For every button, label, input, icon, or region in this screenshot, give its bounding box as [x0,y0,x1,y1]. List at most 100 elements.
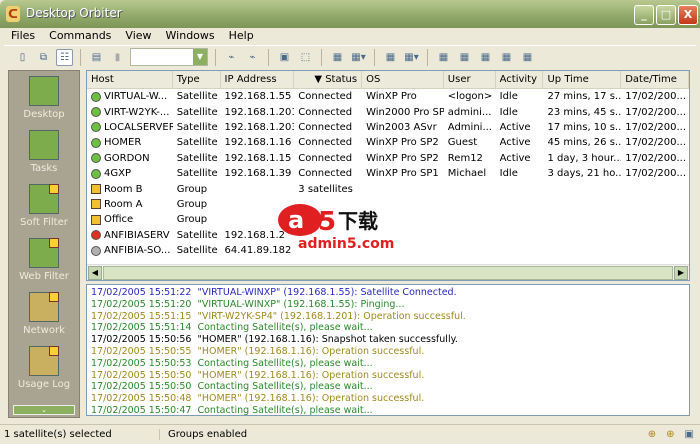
status-green-icon [91,107,101,118]
menu-commands[interactable]: Commands [42,28,118,45]
log-entry: 17/02/2005 15:50:47 Contacting Satellite… [91,404,373,416]
log-entry: 17/02/2005 15:50:50 "HOMER" (192.168.1.1… [91,369,425,381]
window-icon[interactable]: ▤ [88,49,105,66]
scroll-left-button[interactable]: ◀ [88,266,102,280]
table-row[interactable]: Room B Group 3 satellites [87,181,689,196]
maximize-button[interactable]: □ [656,5,676,25]
table-row[interactable]: GORDON Satellite 192.168.1.15 Connected WinX… [87,151,689,166]
sidebar-item-web-filter[interactable]: Web Filter [9,233,79,287]
host-name: HOMER [104,137,142,149]
sidebar-item-usage-log[interactable]: Usage Log [9,341,79,395]
network-icon [29,292,59,322]
screen-lock-icon[interactable]: ▦ [382,49,399,66]
soft-filter-icon [29,184,59,214]
log-entry: 17/02/2005 15:50:50 Contacting Satellite… [91,381,373,393]
type-cell: Satellite [176,168,218,180]
host-cell: 4GXP [87,168,173,179]
uptime-cell: 45 mins, 26 s... [547,137,622,149]
sidebar-item-soft-filter[interactable]: Soft Filter [9,179,79,233]
table-row[interactable]: 4GXP Satellite 192.168.1.39 Connected WinXP … [87,166,689,181]
column-header-3[interactable]: ▼ Status [294,71,363,88]
sidebar-item-desktop[interactable]: Desktop [9,71,79,125]
type-cell: Satellite [176,152,218,164]
screen-clock-icon[interactable]: ▦▾ [403,49,420,66]
table-row[interactable]: VIRTUAL-W... Satellite 192.168.1.55 Connect… [87,89,689,104]
column-header-5[interactable]: User [444,71,496,88]
table-row[interactable]: LOCALSERVER Satellite 192.168.1.203 Connect… [87,120,689,135]
activity-log[interactable]: 17/02/2005 15:51:22 "VIRTUAL-WINXP" (192… [86,284,690,416]
ip-cell: 192.168.1.55 [224,91,292,103]
column-header-0[interactable]: Host [87,71,173,88]
select-screen-icon[interactable]: ⬚ [297,49,314,66]
screen-gear-icon[interactable]: ▦ [435,49,452,66]
sidebar-item-label: Desktop [23,109,65,120]
separator [427,48,428,66]
group-icon [91,214,101,225]
date-cell: 17/02/200... [625,152,687,164]
group-select[interactable]: ▼ [130,48,208,66]
column-header-8[interactable]: Date/Time [621,71,689,88]
menu-windows[interactable]: Windows [159,28,222,45]
sidebar-item-tasks[interactable]: Tasks [9,125,79,179]
column-header-6[interactable]: Activity [496,71,544,88]
network-icon: ▣ [684,429,694,440]
scroll-right-button[interactable]: ▶ [674,266,688,280]
horizontal-scrollbar[interactable]: ◀ ▶ [87,264,689,280]
os-cell: WinXP Pro SP1 [366,168,439,180]
close-button[interactable]: X [678,5,698,25]
menu-bar: Files Commands View Windows Help [0,28,700,45]
menu-help[interactable]: Help [222,28,261,45]
separator [215,48,216,66]
menu-view[interactable]: View [118,28,158,45]
disabled-icon[interactable]: ▮ [109,49,126,66]
host-name: GORDON [104,152,150,164]
table-row[interactable]: ANFIBIASERV Satellite 192.168.1.2 [87,228,689,243]
screen-export-icon[interactable]: ▦ [519,49,536,66]
satellite-off-icon[interactable]: ⌁ [244,49,261,66]
os-cell: WinXP Pro SP2 [366,152,439,164]
column-header-2[interactable]: IP Address [221,71,295,88]
host-cell: ANFIBIASERV [87,230,173,241]
scrollbar-thumb[interactable] [103,266,673,280]
table-row[interactable]: ANFIBIA-SO... Satellite 64.41.89.182 [87,243,689,258]
table-row[interactable]: Room A Group [87,197,689,212]
screen-stop-icon[interactable]: ▦▾ [350,49,367,66]
column-header-1[interactable]: Type [173,71,221,88]
ip-cell: 192.168.1.39 [224,168,292,180]
screen-money-icon[interactable]: ▦ [329,49,346,66]
host-cell: Room B [87,184,173,195]
type-cell: Group [176,183,208,195]
os-cell: Win2003 ASvr [366,121,437,133]
column-header-4[interactable]: OS [362,71,444,88]
host-cell: HOMER [87,137,173,148]
menu-files[interactable]: Files [4,28,42,45]
chevron-down-icon[interactable]: ▼ [193,49,207,65]
screen-cancel-icon[interactable]: ▦ [477,49,494,66]
screen-icon[interactable]: ▣ [276,49,293,66]
table-row[interactable]: HOMER Satellite 192.168.1.16 Connected WinXP… [87,135,689,150]
status-green-icon [91,122,101,133]
details-view-icon[interactable]: ☷ [56,48,73,66]
table-row[interactable]: Office Group [87,212,689,227]
list-header: Host Type IP Address ▼ Status OS User Activity… [87,71,689,89]
screen-refresh-icon[interactable]: ▦ [498,49,515,66]
screen-hourglass-icon[interactable]: ▦ [456,49,473,66]
status-green-icon [91,153,101,164]
copy-document-icon[interactable]: ⧉ [35,49,52,66]
column-header-7[interactable]: Up Time [543,71,622,88]
satellite-icon[interactable]: ⌁ [223,49,240,66]
host-name: VIRTUAL-W... [104,91,168,103]
log-entry: 17/02/2005 15:51:22 "VIRTUAL-WINXP" (192… [91,287,457,298]
host-cell: GORDON [87,153,173,164]
sidebar-item-network[interactable]: Network [9,287,79,341]
sidebar-item-label: Tasks [30,163,58,174]
sidebar-scroll-down-button[interactable]: ⌄ [13,405,75,415]
minimize-button[interactable]: _ [634,5,654,25]
separator [321,48,322,66]
ip-cell: 192.168.1.201 [224,106,295,118]
activity-cell: Idle [499,106,518,118]
activity-cell: Idle [499,91,518,103]
table-row[interactable]: VIRT-W2YK-... Satellite 192.168.1.201 Conne… [87,104,689,119]
ip-cell: 192.168.1.2 [224,229,285,241]
new-document-icon[interactable]: ▯ [14,49,31,66]
